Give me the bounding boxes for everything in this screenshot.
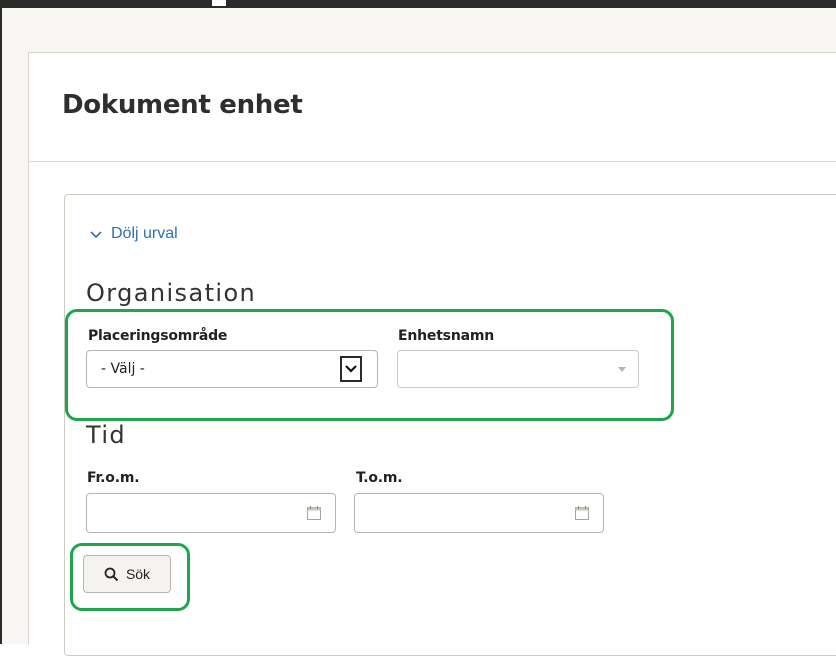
organisation-heading: Organisation: [86, 279, 257, 307]
from-date-label: Fr.o.m.: [87, 470, 140, 486]
caret-down-icon: [618, 367, 626, 372]
toggle-filter-label: Dölj urval: [111, 225, 178, 242]
page-header: Dokument enhet: [29, 53, 836, 162]
to-date-input[interactable]: [354, 493, 604, 533]
calendar-icon[interactable]: [307, 506, 321, 520]
page-background: Dokument enhet Dölj urval Organisation P…: [2, 8, 836, 656]
top-window-notch: [212, 0, 226, 6]
search-button[interactable]: Sök: [83, 555, 171, 593]
to-date-label: T.o.m.: [356, 470, 403, 486]
page-title: Dokument enhet: [62, 90, 303, 120]
placering-label: Placeringsområde: [88, 328, 228, 344]
enhetsnamn-label: Enhetsnamn: [398, 328, 494, 344]
chevron-down-icon[interactable]: [340, 356, 362, 382]
placering-select[interactable]: - Välj -: [86, 350, 378, 388]
from-date-input[interactable]: [86, 493, 336, 533]
top-window-border: [0, 0, 836, 8]
enhetsnamn-select[interactable]: [397, 350, 639, 388]
filter-panel: Dölj urval Organisation Placeringsområde…: [64, 194, 836, 656]
tid-heading: Tid: [86, 421, 127, 449]
calendar-icon[interactable]: [575, 506, 589, 520]
chevron-down-icon: [90, 231, 102, 239]
search-icon: [104, 567, 119, 581]
toggle-filter-link[interactable]: Dölj urval: [88, 225, 178, 243]
search-button-label: Sök: [125, 566, 151, 582]
placering-selected-value: - Välj -: [101, 361, 145, 377]
